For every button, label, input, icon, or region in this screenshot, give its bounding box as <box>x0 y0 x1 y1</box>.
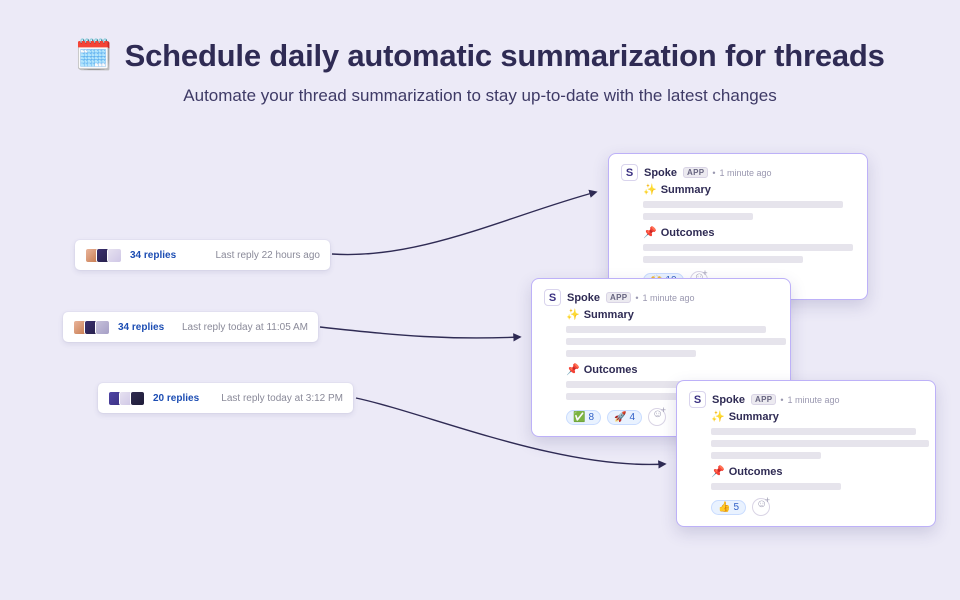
app-name: Spoke <box>567 292 600 304</box>
page-subtitle: Automate your thread summarization to st… <box>0 86 960 106</box>
pin-icon: 📌 <box>643 226 657 239</box>
avatar-stack <box>73 320 110 335</box>
text-placeholder <box>711 452 821 459</box>
section-label-text: Summary <box>584 309 634 321</box>
app-name: Spoke <box>644 167 677 179</box>
section-label-text: Outcomes <box>729 466 783 478</box>
outcomes-section-label: 📌 Outcomes <box>711 465 923 478</box>
summary-card: S Spoke APP • 1 minute ago ✨ Summary 📌 O… <box>676 380 936 527</box>
reply-count: 20 replies <box>153 393 199 404</box>
sparkle-icon: ✨ <box>566 308 580 321</box>
section-label-text: Outcomes <box>661 227 715 239</box>
reply-count: 34 replies <box>118 322 164 333</box>
post-time: 1 minute ago <box>720 168 772 178</box>
reaction-button[interactable]: ✅ 8 <box>566 410 601 425</box>
section-label-text: Summary <box>729 411 779 423</box>
text-placeholder <box>643 244 853 251</box>
text-placeholder <box>566 350 696 357</box>
sparkle-icon: ✨ <box>711 410 725 423</box>
reaction-button[interactable]: 🚀 4 <box>607 410 642 425</box>
pin-icon: 📌 <box>711 465 725 478</box>
rocket-emoji-icon: 🚀 <box>614 412 626 423</box>
reaction-count: 5 <box>733 502 739 513</box>
spoke-logo-icon: S <box>544 289 561 306</box>
reaction-count: 4 <box>629 412 635 423</box>
text-placeholder <box>643 201 843 208</box>
reply-count: 34 replies <box>130 250 176 261</box>
avatar <box>107 248 122 263</box>
page-header: 🗓️ Schedule daily automatic summarizatio… <box>0 0 960 74</box>
dot-separator: • <box>712 168 715 178</box>
summary-header: S Spoke APP • 1 minute ago <box>544 289 778 306</box>
app-badge: APP <box>683 167 708 178</box>
reaction-count: 8 <box>588 412 594 423</box>
arrow-icon <box>332 192 596 255</box>
text-placeholder <box>566 338 786 345</box>
text-placeholder <box>566 326 766 333</box>
thread-item[interactable]: 34 replies Last reply 22 hours ago <box>75 240 330 270</box>
summary-header: S Spoke APP • 1 minute ago <box>621 164 855 181</box>
text-placeholder <box>711 483 841 490</box>
summary-section-label: ✨ Summary <box>711 410 923 423</box>
post-time: 1 minute ago <box>788 395 840 405</box>
outcomes-section-label: 📌 Outcomes <box>643 226 855 239</box>
outcomes-section-label: 📌 Outcomes <box>566 363 778 376</box>
app-name: Spoke <box>712 394 745 406</box>
page-title: Schedule daily automatic summarization f… <box>125 38 885 74</box>
section-label-text: Outcomes <box>584 364 638 376</box>
avatar <box>95 320 110 335</box>
spoke-logo-icon: S <box>689 391 706 408</box>
last-reply-time: Last reply 22 hours ago <box>215 250 320 261</box>
summary-header: S Spoke APP • 1 minute ago <box>689 391 923 408</box>
avatar-stack <box>108 391 145 406</box>
avatar <box>130 391 145 406</box>
thumbs-up-emoji-icon: 👍 <box>718 502 730 513</box>
last-reply-time: Last reply today at 3:12 PM <box>221 393 343 404</box>
arrow-icon <box>320 327 520 338</box>
add-reaction-button[interactable] <box>752 498 770 516</box>
text-placeholder <box>643 256 803 263</box>
spoke-logo-icon: S <box>621 164 638 181</box>
thread-item[interactable]: 34 replies Last reply today at 11:05 AM <box>63 312 318 342</box>
text-placeholder <box>643 213 753 220</box>
dot-separator: • <box>635 293 638 303</box>
summary-section-label: ✨ Summary <box>566 308 778 321</box>
add-reaction-button[interactable] <box>648 408 666 426</box>
summary-section-label: ✨ Summary <box>643 183 855 196</box>
reaction-button[interactable]: 👍 5 <box>711 500 746 515</box>
thread-item[interactable]: 20 replies Last reply today at 3:12 PM <box>98 383 353 413</box>
app-badge: APP <box>606 292 631 303</box>
reaction-row: 👍 5 <box>711 498 923 516</box>
last-reply-time: Last reply today at 11:05 AM <box>182 322 308 333</box>
calendar-icon: 🗓️ <box>75 41 112 71</box>
avatar-stack <box>85 248 122 263</box>
dot-separator: • <box>780 395 783 405</box>
post-time: 1 minute ago <box>643 293 695 303</box>
text-placeholder <box>711 440 929 447</box>
app-badge: APP <box>751 394 776 405</box>
sparkle-icon: ✨ <box>643 183 657 196</box>
check-emoji-icon: ✅ <box>573 412 585 423</box>
text-placeholder <box>711 428 916 435</box>
pin-icon: 📌 <box>566 363 580 376</box>
section-label-text: Summary <box>661 184 711 196</box>
